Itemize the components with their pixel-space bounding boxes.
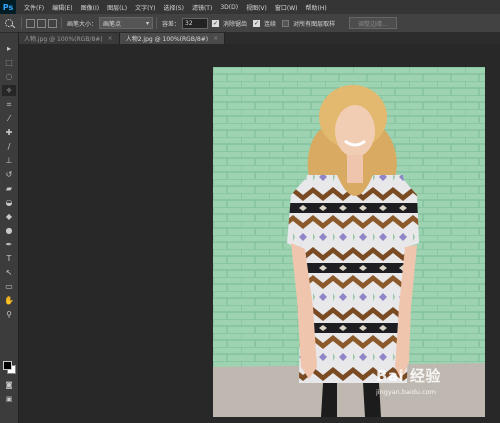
zoom-tool-icon[interactable]: ⚲ xyxy=(2,309,16,320)
blur-tool-icon[interactable]: ◆ xyxy=(2,211,16,222)
menu-view[interactable]: 视图(V) xyxy=(242,3,271,12)
quick-select-tool-icon[interactable] xyxy=(2,17,18,29)
tolerance-input[interactable]: 32 xyxy=(182,17,209,29)
menu-select[interactable]: 选择(S) xyxy=(159,3,188,12)
path-selection-tool-icon[interactable]: ↖ xyxy=(2,267,16,278)
magic-wand-tool-icon[interactable]: ✧ xyxy=(2,85,16,96)
lasso-tool-icon[interactable]: ◌ xyxy=(2,71,16,82)
type-tool-icon[interactable]: T xyxy=(2,253,16,264)
tab-label: 人物2.jpg @ 100%(RGB/8#) xyxy=(125,36,209,43)
baidu-watermark: Bai 经验 jingyan.baidu.com xyxy=(376,365,476,407)
eyedropper-tool-icon[interactable]: ⁄ xyxy=(2,113,16,124)
pen-tool-icon[interactable]: ✒ xyxy=(2,239,16,250)
shape-tool-icon[interactable]: ▭ xyxy=(2,281,16,292)
menu-image[interactable]: 图像(I) xyxy=(77,3,103,12)
hand-tool-icon[interactable]: ✋ xyxy=(2,295,16,306)
move-tool-icon[interactable]: ▸ xyxy=(2,43,16,54)
crop-tool-icon[interactable]: ⌗ xyxy=(2,99,16,110)
clone-stamp-tool-icon[interactable]: ⊥ xyxy=(2,155,16,166)
photoshop-logo-icon: Ps xyxy=(0,0,16,14)
foreground-color-swatch[interactable] xyxy=(3,361,12,370)
subtract-selection-icon[interactable] xyxy=(48,18,57,28)
menu-bar: Ps 文件(F) 编辑(E) 图像(I) 图层(L) 文字(Y) 选择(S) 滤… xyxy=(0,0,500,14)
sample-all-layers-label: 对所有图层取样 xyxy=(293,20,336,28)
eraser-tool-icon[interactable]: ▰ xyxy=(2,183,16,194)
menu-layer[interactable]: 图层(L) xyxy=(103,3,131,12)
menu-filter[interactable]: 滤镜(T) xyxy=(188,3,216,12)
document-image[interactable]: Bai 经验 jingyan.baidu.com xyxy=(213,67,485,417)
antialias-checkbox[interactable]: ✓ xyxy=(212,19,220,27)
separator xyxy=(21,17,22,29)
menu-edit[interactable]: 编辑(E) xyxy=(48,3,76,12)
separator xyxy=(156,17,158,29)
menu-window[interactable]: 窗口(W) xyxy=(271,3,302,12)
separator xyxy=(61,17,62,29)
close-icon[interactable]: × xyxy=(108,35,113,42)
add-selection-icon[interactable] xyxy=(37,18,46,28)
menu-type[interactable]: 文字(Y) xyxy=(131,3,159,12)
contiguous-checkbox[interactable]: ✓ xyxy=(253,19,261,27)
refine-edge-button[interactable]: 调整边缘... xyxy=(349,17,397,29)
quick-mask-icon[interactable]: ◙ xyxy=(2,379,16,390)
brush-size-select[interactable]: 画笔点 ▾ xyxy=(99,17,154,29)
chevron-down-icon: ▾ xyxy=(146,19,150,27)
dodge-tool-icon[interactable]: ● xyxy=(2,225,16,236)
contiguous-label: 连续 xyxy=(264,20,277,28)
brush-size-value: 画笔点 xyxy=(103,20,122,28)
new-selection-icon[interactable] xyxy=(26,18,35,28)
screen-mode-icon[interactable]: ▣ xyxy=(2,393,16,404)
document-tab-bar: 人物.jpg @ 100%(RGB/8#) × 人物2.jpg @ 100%(R… xyxy=(18,33,500,44)
healing-brush-tool-icon[interactable]: ✚ xyxy=(2,127,16,138)
tab-document-1[interactable]: 人物.jpg @ 100%(RGB/8#) × xyxy=(18,33,120,44)
menu-help[interactable]: 帮助(H) xyxy=(302,3,331,12)
close-icon[interactable]: × xyxy=(213,35,218,42)
tolerance-label: 容差： xyxy=(162,20,181,28)
brush-tool-icon[interactable]: ∕ xyxy=(2,141,16,152)
brush-size-label: 画笔大小： xyxy=(67,20,98,28)
tab-document-2[interactable]: 人物2.jpg @ 100%(RGB/8#) × xyxy=(119,33,226,44)
options-bar: 画笔大小： 画笔点 ▾ 容差： 32 ✓ 消除锯齿 ✓ 连续 对所有图层取样 调… xyxy=(0,14,500,33)
watermark-url: jingyan.baidu.com xyxy=(376,388,436,396)
menu-3d[interactable]: 3D(D) xyxy=(216,4,242,11)
watermark-logo: Bai 经验 xyxy=(376,367,441,385)
tools-panel: ▸ ⬚ ◌ ✧ ⌗ ⁄ ✚ ∕ ⊥ ↺ ▰ ◒ ◆ ● ✒ T ↖ ▭ ✋ ⚲ … xyxy=(0,33,19,423)
marquee-tool-icon[interactable]: ⬚ xyxy=(2,57,16,68)
history-brush-tool-icon[interactable]: ↺ xyxy=(2,169,16,180)
paint-bucket-tool-icon[interactable]: ◒ xyxy=(2,197,16,208)
sample-all-layers-checkbox[interactable] xyxy=(282,19,290,27)
tab-label: 人物.jpg @ 100%(RGB/8#) xyxy=(24,36,103,43)
menu-file[interactable]: 文件(F) xyxy=(20,3,48,12)
antialias-label: 消除锯齿 xyxy=(223,20,248,28)
